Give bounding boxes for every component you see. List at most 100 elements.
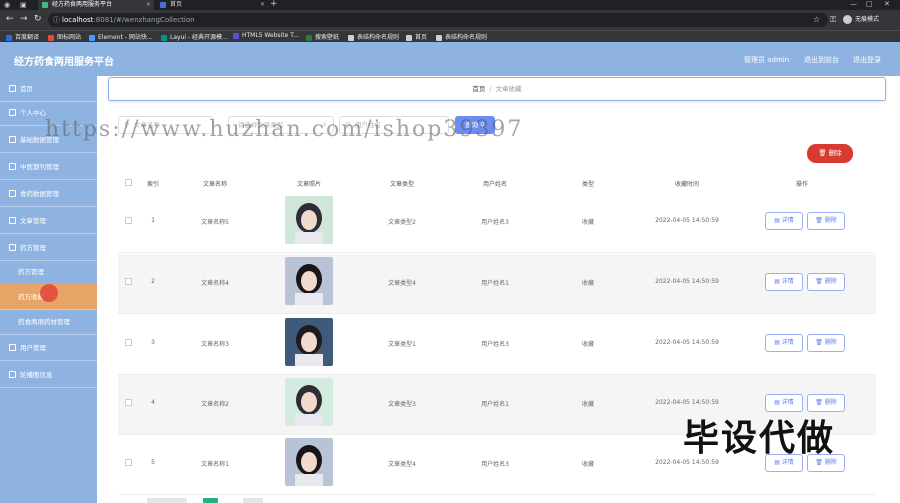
trash-icon: 🗑 xyxy=(815,399,823,406)
delete-button[interactable]: 🗑 删除 xyxy=(807,334,845,352)
sidebar-item-label: 个人中心 xyxy=(20,109,46,117)
bookmark-item[interactable]: 首页 xyxy=(406,32,427,41)
tab-label: 首页 xyxy=(170,1,183,8)
row-checkbox[interactable] xyxy=(125,217,132,224)
sidebar-item-label: 中医期刊管理 xyxy=(20,163,59,171)
maximize-icon[interactable]: □ xyxy=(866,0,873,8)
cell-name: 文章名称3 xyxy=(201,341,229,348)
delete-button[interactable]: 🗑 删除 xyxy=(807,273,845,291)
table-header: 索引 文章名称 文章照片 文章类型 用户姓名 类型 收藏时间 操作 xyxy=(118,173,876,193)
close-tab-icon[interactable]: ✕ xyxy=(146,0,151,10)
sidebar-item-label: 药方管理 xyxy=(18,268,44,276)
column-header: 收藏时间 xyxy=(674,181,699,188)
pagination-item[interactable] xyxy=(243,498,263,503)
tab-active[interactable]: 经方药食两用服务平台 ✕ xyxy=(38,0,154,10)
book-icon xyxy=(9,163,16,170)
bookmark-label: HTML5 Website T... xyxy=(242,32,299,39)
new-tab-icon[interactable]: + xyxy=(270,0,278,9)
sidebar-item-food-data[interactable]: 食药数据管理 xyxy=(0,181,97,207)
row-checkbox[interactable] xyxy=(125,459,132,466)
tab-home[interactable]: 首页 ✕ xyxy=(156,0,268,10)
back-to-frontend-link[interactable]: 退出到前台 xyxy=(804,55,839,65)
cell-time: 2022-04-05 14:50:59 xyxy=(655,399,719,406)
row-checkbox[interactable] xyxy=(125,278,132,285)
bookmark-item[interactable]: Element - 网站快... xyxy=(89,32,153,41)
sidebar-subitem-prescription-manage[interactable]: 药方管理 xyxy=(0,259,97,285)
sidebar-item-prescriptions[interactable]: 药方管理 xyxy=(0,235,97,261)
tab-label: 经方药食两用服务平台 xyxy=(52,1,113,8)
sidebar-item-home[interactable]: 首页 xyxy=(0,76,97,102)
cell-type: 文章类型1 xyxy=(388,341,416,348)
sidebar-item-label: 药食两用药材管理 xyxy=(18,318,70,326)
trash-icon: 🗑 xyxy=(815,339,823,346)
detail-icon: ▤ xyxy=(774,278,780,285)
bookmark-icon xyxy=(161,34,167,41)
minimize-icon[interactable]: — xyxy=(850,0,857,8)
cell-type: 文章类型4 xyxy=(388,461,416,468)
trash-icon: 🗑 xyxy=(815,217,823,224)
bookmark-item[interactable]: 搜索壁纸 xyxy=(306,32,339,41)
list-icon xyxy=(9,190,16,197)
detail-icon: ▤ xyxy=(774,217,780,224)
users-icon xyxy=(9,344,16,351)
sidebar-item-articles[interactable]: 文章管理 xyxy=(0,208,97,234)
key-icon[interactable]: ⚿ xyxy=(830,15,836,25)
bookmark-item[interactable]: Layui - 经典开源模... xyxy=(161,32,228,41)
cell-type: 文章类型2 xyxy=(388,219,416,226)
bookmark-item[interactable]: 表结构命名规则 xyxy=(348,32,399,41)
sidebar-item-label: 药方管理 xyxy=(20,244,46,252)
cell-user: 用户姓名1 xyxy=(481,401,509,408)
bookmark-icon xyxy=(89,34,95,41)
cell-name: 文章名称2 xyxy=(201,401,229,408)
close-window-icon[interactable]: ✕ xyxy=(884,0,890,8)
row-checkbox[interactable] xyxy=(125,399,132,406)
address-input[interactable]: ⓘ localhost:8081/#/wenzhangCollection xyxy=(48,13,828,27)
sidebar-item-label: 食药数据管理 xyxy=(20,190,59,198)
table-row: 1 文章名称5 文章类型2 用户姓名3 收藏 2022-04-05 14:50:59 ▤ 详… xyxy=(118,193,876,253)
sidebar-item-users[interactable]: 用户管理 xyxy=(0,335,97,361)
pagination-item[interactable] xyxy=(147,498,187,503)
close-tab-icon[interactable]: ✕ xyxy=(260,0,265,10)
row-checkbox[interactable] xyxy=(125,339,132,346)
bookmark-icon xyxy=(406,34,412,41)
info-icon[interactable]: ⓘ xyxy=(53,13,60,27)
column-header: 文章类型 xyxy=(389,181,414,188)
delete-label: 删除 xyxy=(824,278,837,285)
cell-kind: 收藏 xyxy=(581,401,594,408)
back-icon[interactable]: ← xyxy=(6,14,14,24)
bookmarks-bar: 百度翻译 图标网站 Element - 网站快... Layui - 经典开源模… xyxy=(0,30,900,42)
bulk-delete-button[interactable]: 🗑 删除 xyxy=(807,144,853,163)
image-icon xyxy=(9,371,16,378)
url-host: localhost xyxy=(62,16,94,24)
detail-button[interactable]: ▤ 详情 xyxy=(765,334,803,352)
sidebar-item-label: 首页 xyxy=(20,85,33,93)
detail-button[interactable]: ▤ 详情 xyxy=(765,273,803,291)
tab-list-icon[interactable]: ◉ xyxy=(4,1,10,9)
page-icon xyxy=(160,2,166,8)
bookmark-label: 搜索壁纸 xyxy=(315,34,340,41)
bookmark-icon xyxy=(348,34,354,41)
cell-index: 5 xyxy=(151,459,155,466)
sidebar-item-journals[interactable]: 中医期刊管理 xyxy=(0,154,97,180)
detail-button[interactable]: ▤ 详情 xyxy=(765,212,803,230)
breadcrumb-home[interactable]: 首页 xyxy=(472,85,485,93)
sidebar-item-carousel[interactable]: 轮播图信息 xyxy=(0,362,97,388)
cell-time: 2022-04-05 14:50:59 xyxy=(655,217,719,224)
star-icon[interactable]: ☆ xyxy=(813,15,820,24)
bookmark-item[interactable]: 图标网站 xyxy=(48,32,81,41)
select-all-checkbox[interactable] xyxy=(125,179,132,186)
logout-link[interactable]: 退出登录 xyxy=(853,55,881,65)
profile-badge[interactable]: 无痕模式 xyxy=(843,14,879,24)
pagination-current[interactable] xyxy=(203,498,218,503)
bookmark-item[interactable]: 表结构命名规则 xyxy=(436,32,487,41)
sidebar-subitem-herbs[interactable]: 药食两用药材管理 xyxy=(0,309,97,335)
cell-index: 4 xyxy=(151,399,155,406)
delete-button[interactable]: 🗑 删除 xyxy=(807,212,845,230)
pagination xyxy=(147,498,347,503)
forward-icon[interactable]: → xyxy=(20,14,28,24)
reload-icon[interactable]: ↻ xyxy=(34,14,42,24)
bookmark-item[interactable]: HTML5 Website T... xyxy=(233,32,299,39)
tab-search-icon[interactable]: ▣ xyxy=(20,1,27,9)
cell-user: 用户姓名3 xyxy=(481,341,509,348)
bookmark-item[interactable]: 百度翻译 xyxy=(6,32,39,41)
